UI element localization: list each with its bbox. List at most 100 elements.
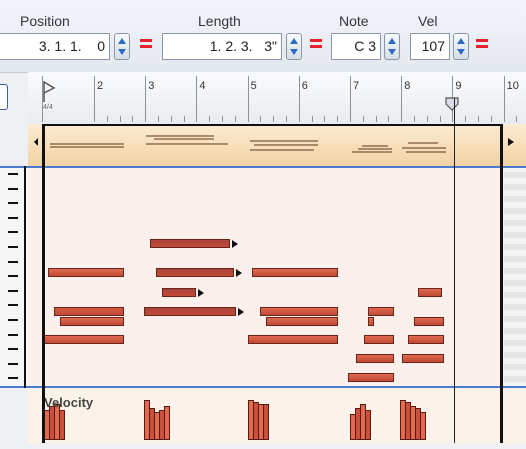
spin-down-icon[interactable] bbox=[118, 49, 126, 55]
ruler-bar-tick bbox=[298, 76, 300, 122]
ruler-bar-number: 2 bbox=[97, 80, 104, 92]
midi-note[interactable] bbox=[260, 307, 338, 316]
piano-key[interactable] bbox=[8, 202, 18, 205]
velocity-equal-icon[interactable] bbox=[476, 38, 488, 48]
velocity-field[interactable]: 107 bbox=[410, 33, 450, 60]
note-extend-arrow-icon bbox=[238, 308, 244, 316]
ruler-beat-tick bbox=[311, 116, 313, 122]
piano-key[interactable] bbox=[8, 377, 18, 380]
ruler-beat-tick bbox=[337, 116, 339, 122]
frame-left bbox=[42, 124, 45, 443]
midi-note[interactable] bbox=[156, 268, 234, 277]
position-field[interactable]: 3. 1. 1. 0 bbox=[0, 33, 110, 60]
piano-key[interactable] bbox=[8, 216, 18, 219]
piano-key[interactable] bbox=[8, 348, 18, 351]
midi-note[interactable] bbox=[60, 317, 124, 326]
ruler-beat-tick bbox=[286, 116, 287, 122]
spin-up-icon[interactable] bbox=[118, 38, 126, 44]
length-field[interactable]: 1. 2. 3. 3" bbox=[162, 33, 282, 60]
midi-note[interactable] bbox=[364, 335, 394, 344]
spin-up-icon[interactable] bbox=[290, 38, 298, 44]
midi-note[interactable] bbox=[144, 307, 236, 316]
velocity-spinner[interactable] bbox=[453, 33, 469, 60]
velocity-bar[interactable] bbox=[420, 412, 426, 440]
piano-key[interactable] bbox=[8, 362, 18, 365]
note-overview-strip[interactable] bbox=[28, 124, 526, 166]
ruler-beat-tick bbox=[362, 116, 364, 122]
piano-key[interactable] bbox=[8, 275, 18, 278]
velocity-bar[interactable] bbox=[263, 404, 269, 440]
ruler-beat-tick bbox=[426, 116, 428, 122]
midi-note[interactable] bbox=[356, 354, 394, 363]
ruler-beat-tick bbox=[414, 116, 415, 122]
midi-note[interactable] bbox=[414, 317, 444, 326]
piano-key[interactable] bbox=[8, 187, 18, 190]
midi-note[interactable] bbox=[54, 307, 124, 316]
ruler-side-button[interactable] bbox=[0, 84, 8, 110]
ruler-bar-tick bbox=[94, 76, 95, 122]
piano-key[interactable] bbox=[8, 260, 18, 263]
ruler-beat-tick bbox=[324, 116, 326, 122]
midi-note[interactable] bbox=[368, 307, 394, 316]
piano-key[interactable] bbox=[8, 246, 18, 248]
timeline-ruler[interactable]: 2 3 4 5 6 7 8 9 10 4/4 bbox=[28, 72, 526, 125]
position-label: Position bbox=[20, 13, 70, 29]
ruler-bar-tick bbox=[350, 76, 351, 122]
length-equal-icon[interactable] bbox=[310, 38, 322, 48]
velocity-bar[interactable] bbox=[164, 406, 170, 440]
midi-note[interactable] bbox=[408, 335, 444, 344]
note-spinner[interactable] bbox=[384, 33, 400, 60]
piano-key[interactable] bbox=[8, 319, 18, 321]
spin-down-icon[interactable] bbox=[457, 49, 465, 55]
ruler-bar-number: 4 bbox=[199, 80, 206, 92]
midi-note[interactable] bbox=[402, 354, 444, 363]
midi-note[interactable] bbox=[266, 317, 338, 326]
piano-key[interactable] bbox=[8, 304, 18, 307]
left-locator-flag-icon[interactable] bbox=[42, 80, 58, 104]
ruler-bar-tick bbox=[401, 76, 403, 122]
velocity-lane[interactable] bbox=[28, 388, 526, 443]
midi-note[interactable] bbox=[248, 335, 338, 344]
note-extend-arrow-icon bbox=[198, 289, 204, 297]
spin-up-icon[interactable] bbox=[457, 38, 465, 44]
ruler-beat-tick bbox=[439, 116, 441, 122]
midi-note[interactable] bbox=[48, 268, 124, 277]
midi-note[interactable] bbox=[150, 239, 230, 248]
ruler-bar-number: 6 bbox=[301, 80, 308, 92]
midi-note[interactable] bbox=[42, 335, 124, 344]
midi-note[interactable] bbox=[418, 288, 442, 297]
playhead-marker-icon[interactable] bbox=[444, 96, 460, 112]
piano-key[interactable] bbox=[8, 231, 18, 234]
velocity-bar[interactable] bbox=[59, 410, 65, 440]
position-equal-icon[interactable] bbox=[140, 38, 152, 48]
ruler-beat-tick bbox=[273, 116, 275, 122]
midi-note[interactable] bbox=[252, 268, 338, 277]
midi-note[interactable] bbox=[368, 317, 374, 326]
velocity-bar[interactable] bbox=[365, 410, 371, 440]
playhead-line[interactable] bbox=[454, 98, 455, 443]
ruler-bar-tick bbox=[247, 76, 249, 122]
position-spinner[interactable] bbox=[114, 33, 130, 60]
note-field[interactable]: C 3 bbox=[331, 33, 381, 60]
spin-down-icon[interactable] bbox=[388, 49, 396, 55]
note-extend-arrow-icon bbox=[232, 240, 238, 248]
vel-label: Vel bbox=[418, 13, 438, 29]
ruler-bar-number: 3 bbox=[148, 80, 155, 92]
note-grid[interactable] bbox=[28, 166, 526, 388]
length-spinner[interactable] bbox=[286, 33, 302, 60]
spin-down-icon[interactable] bbox=[290, 49, 298, 55]
piano-key[interactable] bbox=[8, 289, 18, 292]
time-signature: 4/4 bbox=[43, 104, 53, 111]
piano-key[interactable] bbox=[8, 333, 18, 336]
ruler-bar-tick bbox=[196, 76, 198, 122]
ruler-beat-tick bbox=[106, 116, 108, 122]
midi-note[interactable] bbox=[348, 373, 394, 382]
ruler-beat-tick bbox=[222, 116, 223, 122]
ruler-beat-tick bbox=[234, 116, 236, 122]
frame-right bbox=[500, 124, 503, 443]
midi-note[interactable] bbox=[162, 288, 196, 297]
spin-up-icon[interactable] bbox=[388, 38, 396, 44]
ruler-bar-number: 7 bbox=[353, 80, 360, 92]
piano-key[interactable] bbox=[8, 173, 18, 175]
ruler-beat-tick bbox=[209, 116, 211, 122]
